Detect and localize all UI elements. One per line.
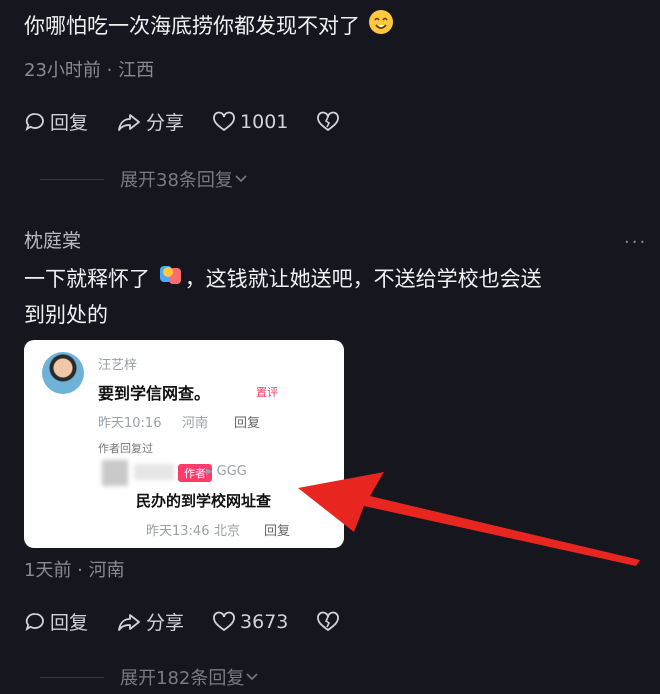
comment-meta: 1天前 · 河南 — [24, 560, 125, 581]
reply-button[interactable]: 回复 — [24, 108, 88, 135]
comment-text: 一下就释怀了 ，这钱就让她送吧，不送给学校也会送 到别处的 — [24, 262, 644, 332]
red-arrow-icon — [298, 472, 640, 566]
divider — [40, 676, 104, 678]
broken-heart-icon — [317, 111, 340, 131]
share-button[interactable]: 分享 — [116, 608, 184, 635]
heart-icon — [213, 611, 235, 631]
comment-username[interactable]: 枕庭棠 — [24, 226, 81, 253]
share-arrow-icon — [118, 613, 140, 631]
broken-heart-icon — [317, 611, 340, 631]
card-comment-text: 要到学信网查。 — [98, 384, 211, 403]
comment-actions: 回复 分享 3673 — [24, 608, 372, 635]
chevron-down-icon — [246, 673, 258, 681]
smiley-emoji-icon — [367, 8, 395, 46]
avatar — [42, 352, 84, 394]
card-time: 昨天10:16 — [98, 416, 162, 431]
chat-bubble-icon — [25, 612, 44, 631]
chevron-down-icon — [235, 175, 247, 183]
card-location2: 北京 — [214, 524, 241, 539]
dislike-button[interactable] — [316, 111, 344, 133]
card-reply: 回复 — [234, 416, 261, 431]
comment-meta: 23小时前 · 江西 — [24, 60, 155, 81]
expand-replies[interactable]: 展开182条回复 — [40, 664, 260, 690]
share-arrow-icon — [118, 113, 140, 131]
card-time2: 昨天13:46 — [146, 524, 210, 539]
divider — [40, 178, 104, 180]
card-username: 汪艺梓 — [98, 358, 138, 373]
like-button[interactable]: 3673 — [212, 611, 288, 633]
card-reply2: 回复 — [264, 524, 291, 539]
blurred-name — [134, 464, 174, 480]
dislike-button[interactable] — [316, 611, 344, 633]
reply-button[interactable]: 回复 — [24, 608, 88, 635]
blurred-avatar — [102, 460, 128, 486]
hugging-emoji-icon — [157, 262, 185, 298]
expand-replies[interactable]: 展开38条回复 — [40, 166, 249, 192]
heart-icon — [213, 111, 235, 131]
card-author-replied-tag: 作者回复过 — [98, 442, 153, 455]
comment-actions: 回复 分享 1001 — [24, 108, 372, 135]
chat-bubble-icon — [25, 112, 44, 131]
card-location: 河南 — [182, 416, 209, 431]
share-button[interactable]: 分享 — [116, 108, 184, 135]
card-badge: 置评 — [256, 386, 278, 399]
like-button[interactable]: 1001 — [212, 111, 288, 133]
more-options-button[interactable]: ··· — [624, 232, 647, 253]
card-reply-text: 民办的到学校网址查 — [136, 492, 272, 510]
card-reply-to: ▸ GGG — [206, 464, 247, 479]
comment-text: 你哪怕吃一次海底捞你都发现不对了 — [24, 8, 395, 46]
